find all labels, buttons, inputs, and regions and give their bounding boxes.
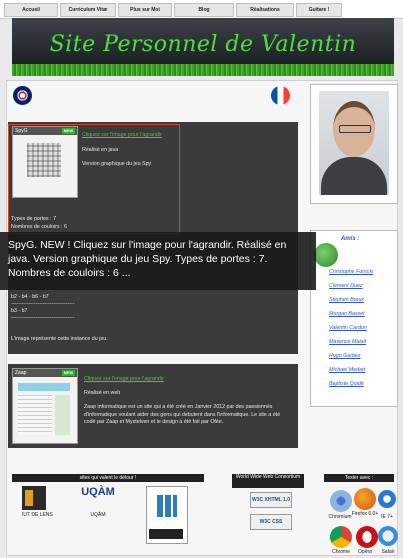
path-line: b3 - b7 [11,308,28,314]
friends-box: Amis : Christophe Forycki Clément Duez S… [310,230,398,407]
chromium-icon [330,490,352,512]
w3c-css-badge[interactable]: W3C CSS [250,514,292,530]
friend-link[interactable]: Maxence Malait [329,339,366,345]
image-caption: L'image représente cette instance du jeu… [11,336,108,342]
friend-link[interactable]: Morgan Basset [329,311,365,317]
site-title: Site Personnel de Valentin [49,32,357,57]
safari-label: Safari [381,549,395,555]
project-card-zaap: Zaap NEW Cliquez sur l'image pour l'agra… [8,364,298,448]
game-grid-image [27,143,61,177]
site-banner: Site Personnel de Valentin [12,18,394,76]
firefox-icon [354,488,376,510]
uk-flag-icon[interactable] [13,86,32,105]
ultimate-seo-badge[interactable] [146,486,188,544]
opera-icon [356,526,378,548]
tested-title: Tester avec : [324,474,394,482]
friend-link[interactable]: Baptiste Quidé [329,381,364,387]
project-description: Zaap informatique est un site qui a été … [84,404,281,426]
new-badge: NEW [61,370,75,376]
grass-decoration [12,64,394,76]
zaap-site-content-image [18,395,52,435]
door-types: Types de portes : 7 [11,216,57,222]
profile-photo [319,91,389,195]
enlarge-link[interactable]: Cliquez sur l'image pour l'agrandir [82,132,162,138]
france-flag-icon[interactable] [271,86,290,105]
friend-link[interactable]: Hugo Garbez [329,353,361,359]
friend-link[interactable]: Michael Medart [329,367,365,373]
enlarge-link[interactable]: Cliquez sur l'image pour l'agrandir [84,376,164,382]
friends-icon [314,243,338,267]
top-nav: Accueil Curriculum Vitæ Plus sur Moi Blo… [0,0,403,19]
nav-blog[interactable]: Blog [174,3,234,17]
ie-icon [378,490,396,508]
zaap-thumbnail[interactable]: Zaap NEW [12,368,78,444]
nav-guitare[interactable]: Guitare ! [296,3,342,17]
iut-lens-label: IUT DE LENS [22,512,53,518]
uqam-logo[interactable]: UQÀM [80,486,116,512]
friend-link[interactable]: Stephen Breux [329,297,364,303]
corridor-count: Nombres de couloirs : 6 [11,224,67,230]
path-line: b2 - b4 - b6 - b7 [11,294,49,300]
ie-label: IE 7+ [381,514,393,520]
nav-realisations[interactable]: Réalisations [236,3,294,17]
safari-icon [378,526,398,546]
friend-link[interactable]: Christophe Forycki [329,269,373,275]
sites-title: sites qui valent le détour ! [12,474,204,482]
image-tooltip: SpyG. NEW ! Cliquez sur l'image pour l'a… [0,232,316,290]
chrome-icon [330,526,352,548]
friend-link[interactable]: Clément Duez [329,283,363,289]
new-badge: NEW [61,128,75,134]
nav-cv[interactable]: Curriculum Vitæ [60,3,116,17]
path-separator: ------------------------------------ [11,315,75,321]
project-language: Réalisé en web [84,390,121,396]
spyg-thumbnail[interactable]: SpyG NEW [12,126,78,198]
uqam-label: UQÀM [90,512,106,518]
profile-photo-box [310,84,398,204]
iut-lens-logo[interactable] [22,486,46,510]
zaap-site-sidebar-image [55,395,70,435]
project-language: Réalisé en java [82,147,119,153]
w3c-title: World Wide Web Consortium [232,474,304,488]
zaap-site-header-image [18,383,70,391]
nav-accueil[interactable]: Accueil [4,3,58,17]
friends-title: Amis : [341,236,360,242]
w3c-xhtml-badge[interactable]: W3C XHTML 1.0 [250,492,292,508]
project-description: Version graphique du jeu Spy [82,161,152,167]
nav-plus-sur-moi[interactable]: Plus sur Moi [118,3,172,17]
path-separator: ------------------------------------ [11,301,75,307]
friend-link[interactable]: Valentin Cardon [329,325,367,331]
